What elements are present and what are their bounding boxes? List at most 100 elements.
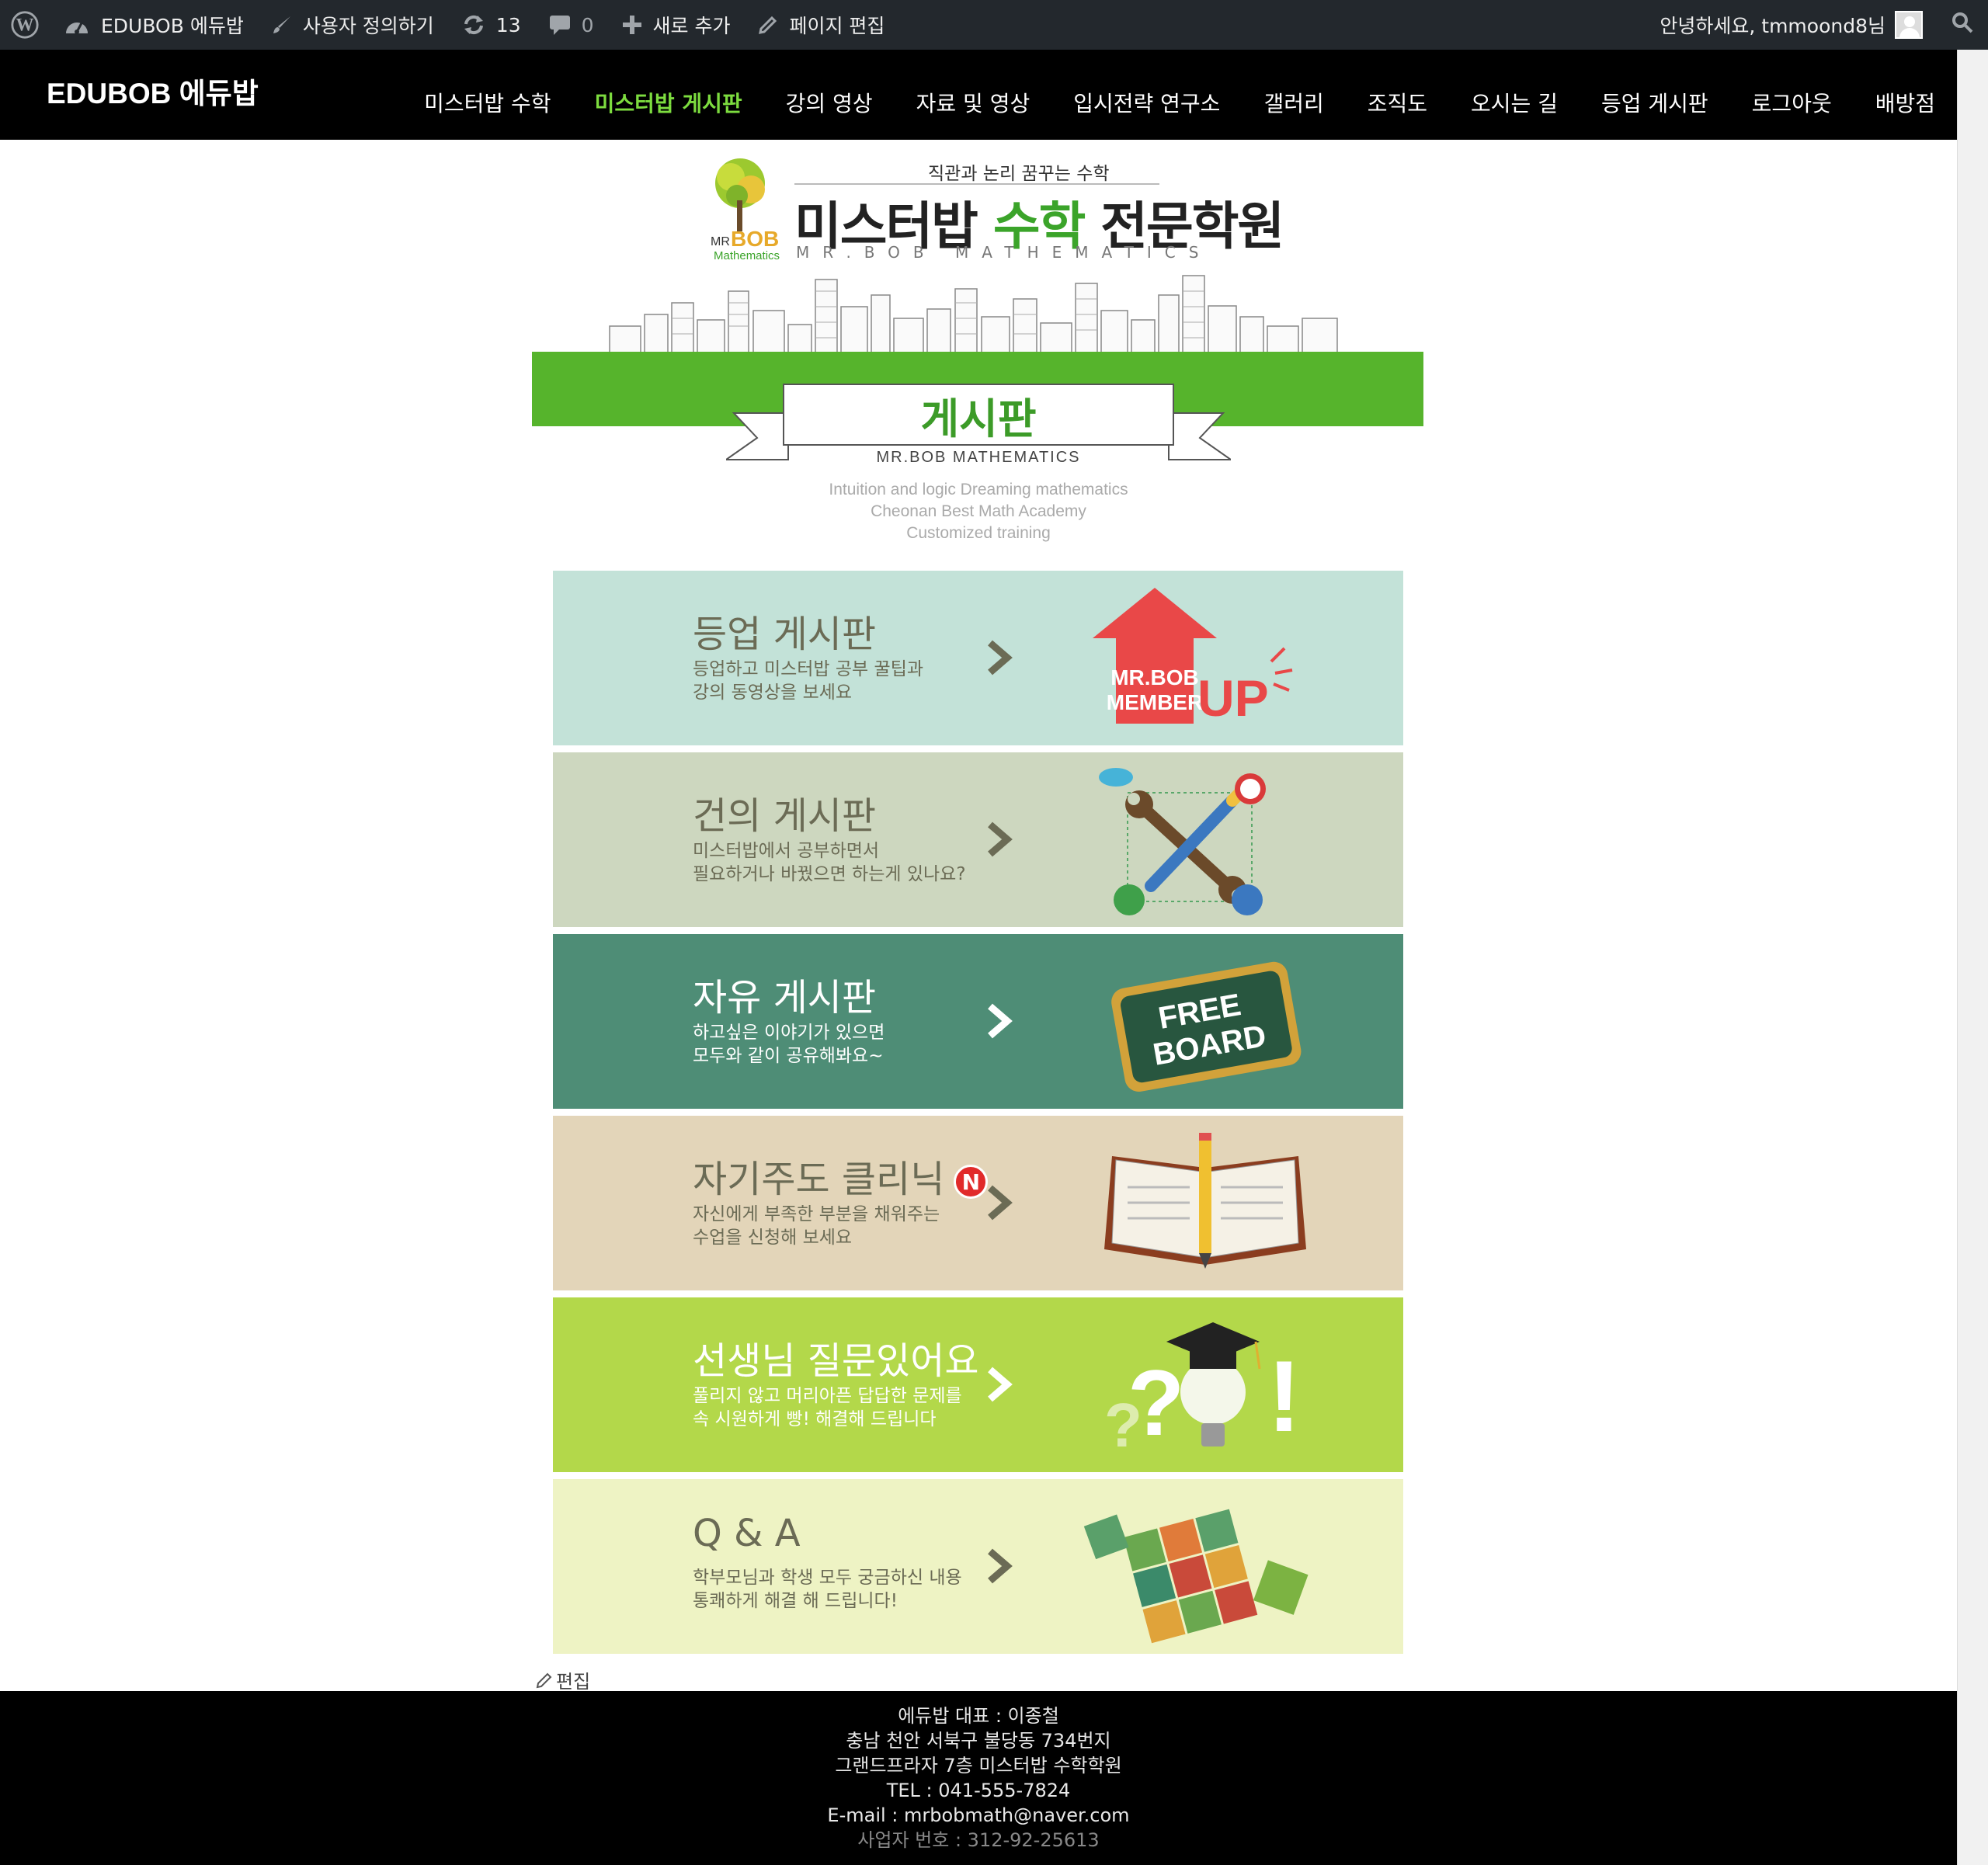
admin-site-name-label: EDUBOB 에듀밥	[101, 15, 244, 37]
free-board-icon: FREE BOARD	[1111, 961, 1302, 1092]
member-up-line1: MR.BOB	[1110, 665, 1199, 689]
nav-item-admission-lab[interactable]: 입시전략 연구소	[1051, 87, 1242, 118]
board-card-desc-line: 속 시원하게 빵! 해결해 드립니다	[693, 1409, 937, 1429]
nav-item-materials[interactable]: 자료 및 영상	[895, 87, 1052, 118]
cubes-icon	[1083, 1509, 1309, 1644]
svg-text:?: ?	[1128, 1351, 1184, 1455]
board-card-desc-line: 등업하고 미스터밥 공부 꿀팁과	[693, 659, 924, 679]
board-title-box: 게시판	[783, 384, 1174, 446]
admin-site-name[interactable]: EDUBOB 에듀밥	[50, 0, 258, 50]
nav-item-upgrade-board[interactable]: 등업 게시판	[1580, 87, 1730, 118]
board-card-desc-line: 수업을 신청해 보세요	[693, 1228, 853, 1248]
admin-comments-count: 0	[581, 13, 594, 36]
admin-new[interactable]: 새로 추가	[608, 0, 745, 50]
city-skyline-illustration	[606, 275, 1343, 353]
board-card-free[interactable]: 자유 게시판 하고싶은 이야기가 있으면 모두와 같이 공유해봐요~ FREE …	[553, 934, 1403, 1109]
intro-line: Cheonan Best Math Academy	[871, 502, 1086, 520]
admin-search[interactable]	[1937, 0, 1988, 50]
board-card-desc-line: 자신에게 부족한 부분을 채워주는	[693, 1204, 940, 1224]
intro-text: Intuition and logic Dreaming mathematics…	[699, 479, 1258, 544]
board-card-title: 선생님 질문있어요	[693, 1339, 979, 1383]
edit-page-label: 편집	[556, 1671, 591, 1693]
board-card-title: Q & A	[693, 1512, 801, 1555]
board-card-upgrade[interactable]: 등업 게시판 등업하고 미스터밥 공부 꿀팁과 강의 동영상을 보세요 MR.B…	[553, 571, 1403, 745]
footer-address: 충남 천안 서북구 불당동 734번지	[846, 1730, 1111, 1752]
nav-item-logout[interactable]: 로그아웃	[1730, 87, 1854, 118]
admin-comments[interactable]: 0	[535, 0, 608, 50]
nav-item-org-chart[interactable]: 조직도	[1346, 87, 1449, 118]
footer-address-detail: 그랜드프라자 7층 미스터밥 수학학원	[835, 1755, 1122, 1776]
comment-bubble-icon	[549, 15, 571, 35]
board-subtitle: MR.BOB MATHEMATICS	[876, 449, 1081, 466]
board-card-clinic[interactable]: 자기주도 클리닉 N 자신에게 부족한 부분을 채워주는 수업을 신청해 보세요	[553, 1116, 1403, 1290]
paintbrush-icon	[272, 15, 292, 35]
edit-page-link[interactable]: 편집	[536, 1666, 590, 1693]
chevron-right-icon	[988, 1185, 1013, 1221]
nav-item-mrbob-board[interactable]: 미스터밥 게시판	[573, 87, 764, 118]
board-card-title: 등업 게시판	[693, 613, 877, 656]
pencil-icon	[536, 1672, 552, 1688]
site-title[interactable]: EDUBOB 에듀밥	[47, 70, 259, 112]
board-card-desc: 미스터밥에서 공부하면서 필요하거나 바꿨으면 하는게 있나요?	[693, 839, 966, 886]
board-card-suggestion[interactable]: 건의 게시판 미스터밥에서 공부하면서 필요하거나 바꿨으면 하는게 있나요?	[553, 752, 1403, 927]
tree-logo-bob: BOB	[731, 227, 779, 251]
board-card-desc: 자신에게 부족한 부분을 채워주는 수업을 신청해 보세요	[693, 1203, 940, 1249]
intro-line: Intuition and logic Dreaming mathematics	[829, 481, 1128, 498]
site-header: EDUBOB 에듀밥 미스터밥 수학 미스터밥 게시판 강의 영상 자료 및 영…	[0, 50, 1957, 140]
nav-item-lecture-video[interactable]: 강의 영상	[764, 87, 895, 118]
logo-subtitle: MR.BOB MATHEMATICS	[796, 243, 1212, 262]
board-card-desc-line: 미스터밥에서 공부하면서	[693, 841, 880, 861]
board-card-desc-line: 하고싶은 이야기가 있으면	[693, 1023, 885, 1043]
refresh-icon	[462, 14, 485, 36]
pencil-icon	[758, 15, 778, 35]
board-card-desc-line: 학부모님과 학생 모두 궁금하신 내용	[693, 1568, 962, 1588]
tree-logo-mathematics: Mathematics	[714, 249, 780, 262]
logo-tagline: 직관과 논리 꿈꾸는 수학	[928, 164, 1110, 184]
board-list: 등업 게시판 등업하고 미스터밥 공부 꿀팁과 강의 동영상을 보세요 MR.B…	[553, 571, 1403, 1661]
member-up-word: UP	[1197, 669, 1269, 727]
board-card-title: 자유 게시판	[693, 976, 877, 1019]
admin-greeting: 안녕하세요, tmmoond8님	[1660, 15, 1885, 37]
avatar	[1895, 11, 1923, 39]
admin-customize[interactable]: 사용자 정의하기	[258, 0, 448, 50]
admin-edit-page-label: 페이지 편집	[789, 15, 885, 37]
new-badge: N	[954, 1165, 989, 1199]
academy-logo: MR BOB Mathematics 직관과 논리 꿈꾸는 수학 미스터밥 수학…	[703, 154, 1284, 262]
site-footer: 에듀밥 대표 : 이종철 충남 천안 서북구 불당동 734번지 그랜드프라자 …	[0, 1691, 1957, 1865]
chevron-right-icon	[988, 640, 1013, 675]
footer-email: E-mail : mrbobmath@naver.com	[827, 1804, 1130, 1826]
member-up-line2: MEMBER	[1107, 690, 1203, 714]
board-card-desc-line: 필요하거나 바꿨으면 하는게 있나요?	[693, 864, 966, 884]
scrollbar-track[interactable]	[1957, 50, 1988, 1865]
board-card-title: 자기주도 클리닉	[693, 1158, 945, 1201]
main-nav: 미스터밥 수학 미스터밥 게시판 강의 영상 자료 및 영상 입시전략 연구소 …	[402, 87, 1935, 118]
admin-edit-page[interactable]: 페이지 편집	[744, 0, 898, 50]
board-title: 게시판	[920, 394, 1037, 443]
chevron-right-icon	[988, 821, 1013, 857]
nav-item-directions[interactable]: 오시는 길	[1449, 87, 1580, 118]
admin-customize-label: 사용자 정의하기	[302, 15, 434, 37]
admin-new-label: 새로 추가	[652, 15, 731, 37]
nav-item-gallery[interactable]: 갤러리	[1242, 87, 1345, 118]
board-card-title: 건의 게시판	[693, 794, 877, 838]
footer-representative: 에듀밥 대표 : 이종철	[898, 1705, 1059, 1727]
board-card-desc: 등업하고 미스터밥 공부 꿀팁과 강의 동영상을 보세요	[693, 658, 923, 704]
admin-bar: W EDUBOB 에듀밥 사용자 정의하기 13 0 새로 추가 페이지 편집 …	[0, 0, 1988, 50]
intro-line: Customized training	[906, 524, 1051, 542]
svg-text:W: W	[16, 16, 34, 35]
board-card-title-wrap: 자기주도 클리닉 N	[693, 1148, 989, 1203]
board-card-qna[interactable]: Q & A 학부모님과 학생 모두 궁금하신 내용 통쾌하게 해결 해 드립니다…	[553, 1479, 1403, 1654]
search-icon	[1951, 11, 1974, 39]
board-card-desc-line: 강의 동영상을 보세요	[693, 682, 853, 703]
board-card-teacher-question[interactable]: 선생님 질문있어요 풀리지 않고 머리아픈 답답한 문제를 속 시원하게 빵! …	[553, 1297, 1403, 1472]
chevron-right-icon	[988, 1003, 1013, 1039]
nav-item-mrbob-math[interactable]: 미스터밥 수학	[402, 87, 572, 118]
board-card-desc-line: 모두와 같이 공유해봐요~	[693, 1046, 884, 1066]
nav-item-baebang-branch[interactable]: 배방점	[1854, 87, 1935, 118]
board-card-desc-line: 통쾌하게 해결 해 드립니다!	[693, 1591, 898, 1611]
admin-account[interactable]: 안녕하세요, tmmoond8님	[1646, 0, 1937, 50]
wordpress-logo-icon[interactable]: W	[0, 0, 50, 50]
admin-updates[interactable]: 13	[448, 0, 535, 50]
admin-updates-count: 13	[495, 13, 521, 36]
footer-business-number: 사업자 번호 : 312-92-25613	[857, 1829, 1100, 1851]
